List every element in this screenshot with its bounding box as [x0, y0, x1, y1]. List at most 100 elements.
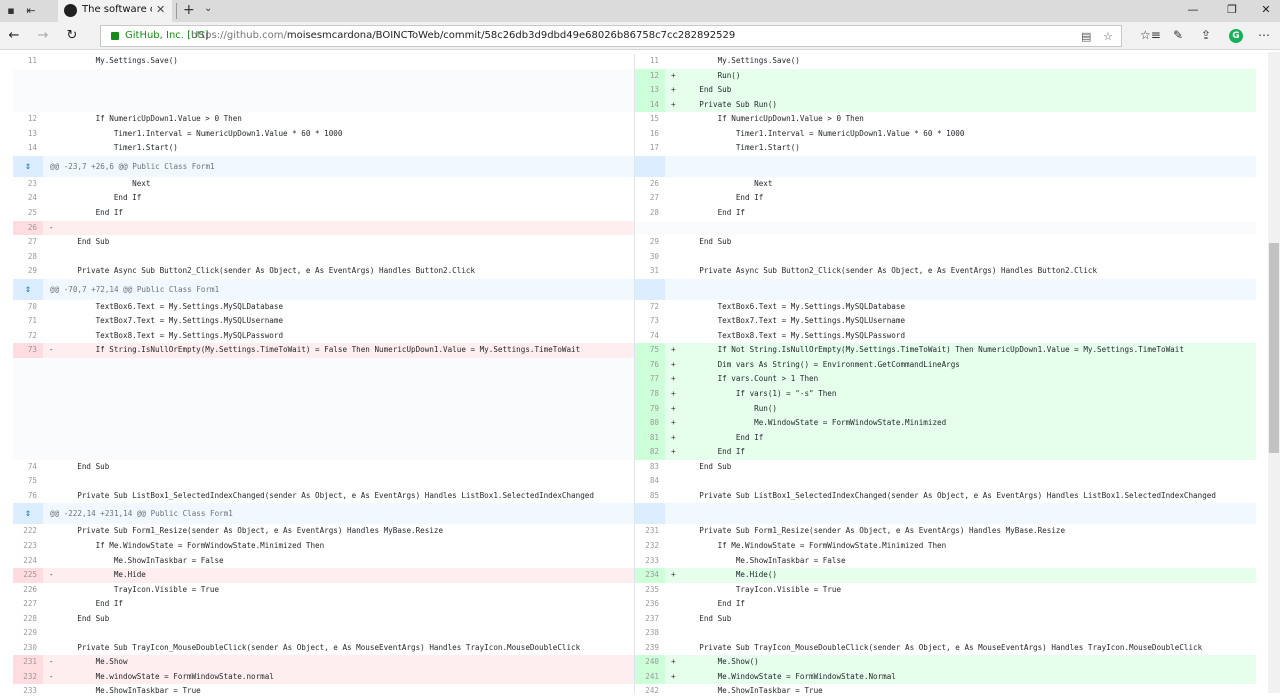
line-number[interactable]: 235 — [635, 583, 665, 598]
line-number[interactable]: 14 — [13, 141, 43, 156]
line-number[interactable]: 78 — [635, 387, 665, 402]
tab-preview-chevron-icon[interactable]: ⌄ — [204, 3, 212, 14]
line-number[interactable]: 31 — [635, 264, 665, 279]
line-number[interactable]: 232 — [635, 539, 665, 554]
line-number[interactable]: 15 — [635, 112, 665, 127]
new-tab-button[interactable]: + — [183, 2, 195, 18]
line-number[interactable]: 241 — [635, 669, 665, 685]
line-number[interactable]: 74 — [635, 329, 665, 344]
line-number[interactable] — [13, 83, 43, 98]
line-number[interactable]: 13 — [635, 83, 665, 98]
line-number[interactable]: 76 — [13, 489, 43, 504]
line-number[interactable] — [13, 445, 43, 460]
line-number[interactable]: 28 — [635, 206, 665, 221]
tab-close-icon[interactable]: ✕ — [156, 3, 165, 16]
line-number[interactable]: 71 — [13, 314, 43, 329]
back-arrow-icon[interactable]: ← — [6, 28, 22, 43]
line-number[interactable]: 70 — [13, 300, 43, 315]
line-number[interactable]: 16 — [635, 127, 665, 142]
expand-lines-icon[interactable]: ⇕ — [13, 503, 43, 525]
set-aside-tabs-icon[interactable]: ⇤ — [24, 4, 38, 18]
line-number[interactable]: 14 — [635, 97, 665, 113]
line-number[interactable]: 226 — [13, 583, 43, 598]
tab-active[interactable]: The software can run si ✕ — [58, 0, 172, 22]
line-number[interactable] — [635, 503, 665, 525]
lock-icon[interactable] — [111, 32, 119, 40]
line-number[interactable] — [13, 416, 43, 431]
favorites-hub-icon[interactable]: ☆≡ — [1140, 28, 1161, 42]
line-number[interactable]: 229 — [13, 626, 43, 641]
line-number[interactable]: 83 — [635, 460, 665, 475]
line-number[interactable]: 236 — [635, 597, 665, 612]
reading-view-icon[interactable]: ▤ — [1081, 30, 1091, 43]
address-bar[interactable]: GitHub, Inc. [US] https://github.com/moi… — [100, 25, 1122, 47]
line-number[interactable]: 232 — [13, 669, 43, 685]
line-number[interactable]: 224 — [13, 554, 43, 569]
line-number[interactable]: 73 — [13, 343, 43, 358]
grammarly-extension-icon[interactable]: G — [1229, 29, 1243, 43]
line-number[interactable]: 30 — [635, 250, 665, 265]
line-number[interactable]: 82 — [635, 445, 665, 460]
line-number[interactable] — [13, 69, 43, 84]
line-number[interactable]: 223 — [13, 539, 43, 554]
line-number[interactable]: 225 — [13, 568, 43, 583]
expand-lines-icon[interactable]: ⇕ — [13, 155, 43, 177]
restore-button[interactable]: ❐ — [1224, 3, 1240, 16]
expand-lines-icon[interactable]: ⇕ — [13, 278, 43, 300]
line-number[interactable]: 80 — [635, 416, 665, 431]
line-number[interactable]: 76 — [635, 357, 665, 373]
favorite-star-icon[interactable]: ☆ — [1103, 30, 1113, 43]
line-number[interactable]: 75 — [635, 343, 665, 358]
line-number[interactable]: 29 — [635, 235, 665, 250]
line-number[interactable]: 12 — [13, 112, 43, 127]
line-number[interactable]: 234 — [635, 568, 665, 583]
line-number[interactable] — [635, 221, 665, 236]
line-number[interactable]: 72 — [13, 329, 43, 344]
line-number[interactable]: 79 — [635, 401, 665, 417]
line-number[interactable]: 24 — [13, 191, 43, 206]
line-number[interactable]: 233 — [13, 684, 43, 699]
line-number[interactable]: 85 — [635, 489, 665, 504]
line-number[interactable] — [13, 431, 43, 446]
line-number[interactable]: 73 — [635, 314, 665, 329]
line-number[interactable]: 233 — [635, 554, 665, 569]
share-icon[interactable]: ⇪ — [1198, 28, 1214, 42]
line-number[interactable] — [13, 358, 43, 373]
line-number[interactable]: 29 — [13, 264, 43, 279]
line-number[interactable]: 227 — [13, 597, 43, 612]
line-number[interactable] — [635, 155, 665, 177]
line-number[interactable]: 27 — [635, 191, 665, 206]
line-number[interactable] — [13, 387, 43, 402]
line-number[interactable]: 230 — [13, 641, 43, 656]
line-number[interactable]: 11 — [635, 54, 665, 69]
line-number[interactable]: 13 — [13, 127, 43, 142]
refresh-icon[interactable]: ↻ — [64, 28, 80, 43]
tab-manager-icon[interactable]: ▪ — [4, 4, 18, 18]
line-number[interactable] — [13, 402, 43, 417]
scrollbar-thumb[interactable] — [1269, 243, 1279, 453]
line-number[interactable]: 231 — [13, 655, 43, 670]
url-text[interactable]: https://github.com/moisesmcardona/BOINCT… — [191, 30, 735, 41]
line-number[interactable] — [13, 98, 43, 113]
line-number[interactable]: 28 — [13, 250, 43, 265]
line-number[interactable]: 237 — [635, 612, 665, 627]
more-menu-icon[interactable]: ⋯ — [1256, 28, 1272, 42]
line-number[interactable]: 81 — [635, 430, 665, 446]
forward-arrow-icon[interactable]: → — [35, 28, 51, 43]
line-number[interactable]: 27 — [13, 235, 43, 250]
line-number[interactable]: 25 — [13, 206, 43, 221]
line-number[interactable]: 26 — [635, 177, 665, 192]
web-note-icon[interactable]: ✎ — [1170, 28, 1186, 42]
line-number[interactable]: 222 — [13, 524, 43, 539]
line-number[interactable]: 238 — [635, 626, 665, 641]
line-number[interactable]: 239 — [635, 641, 665, 656]
line-number[interactable]: 72 — [635, 300, 665, 315]
line-number[interactable]: 17 — [635, 141, 665, 156]
line-number[interactable]: 77 — [635, 372, 665, 387]
close-window-button[interactable]: ✕ — [1258, 3, 1274, 16]
line-number[interactable]: 231 — [635, 524, 665, 539]
line-number[interactable]: 26 — [13, 220, 43, 236]
line-number[interactable]: 11 — [13, 54, 43, 69]
line-number[interactable]: 23 — [13, 177, 43, 192]
line-number[interactable]: 228 — [13, 612, 43, 627]
